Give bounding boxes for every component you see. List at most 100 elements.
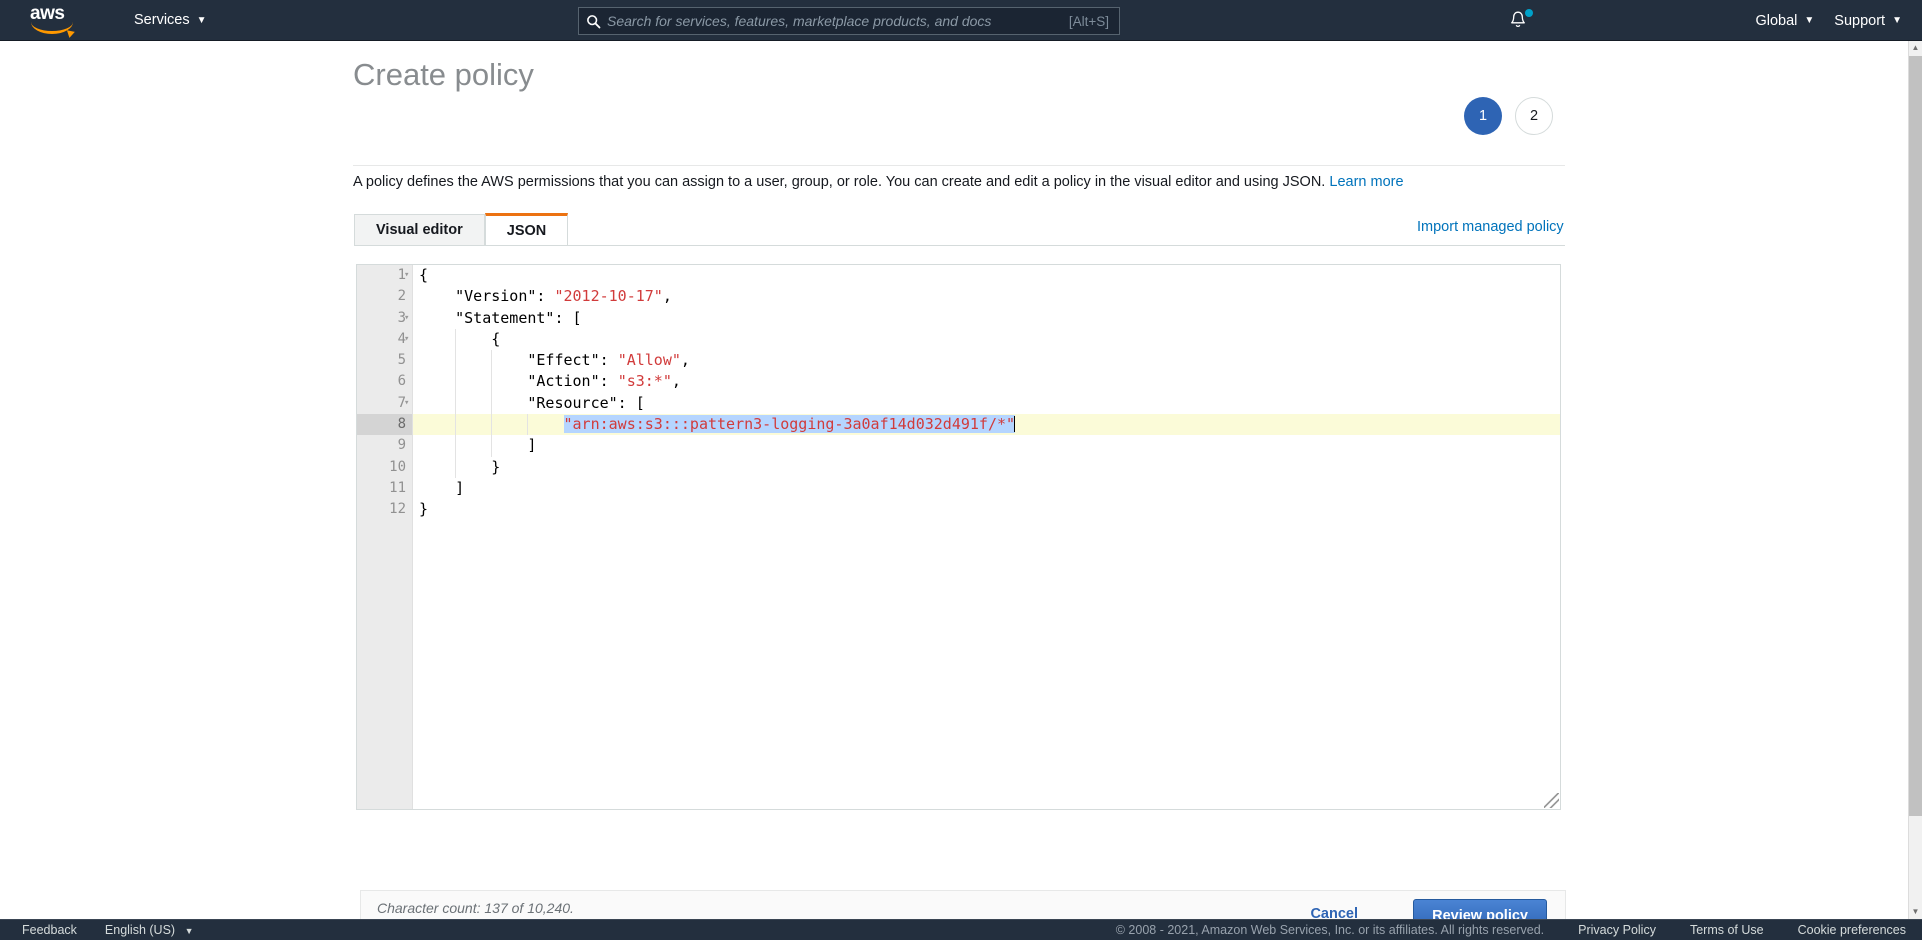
tab-underline [354,245,1565,246]
indent-guide [455,328,456,351]
services-menu[interactable]: Services ▼ [124,0,217,41]
editor-code-line[interactable]: "Resource": [ [413,392,1560,415]
editor-code-line[interactable]: "Action": "s3:*", [413,371,1560,393]
code-fold-toggle-icon[interactable]: ▾ [404,308,412,329]
cancel-button[interactable]: Cancel [1310,906,1358,919]
language-selector-label: English (US) [104,923,176,937]
indent-guide [455,350,456,372]
scrollbar-thumb[interactable] [1909,56,1922,816]
selected-text: "arn:aws:s3:::pattern3-logging-3a0af14d0… [563,415,1016,434]
aws-logo[interactable]: aws [30,4,76,35]
page-content: Create policy 1 2 A policy defines the A… [0,41,1908,919]
code-fold-toggle-icon[interactable]: ▾ [404,329,412,350]
header-divider [353,165,1565,166]
nav-right-group: Global ▼ Support ▼ [1745,0,1912,41]
tab-json-label: JSON [506,222,547,239]
chevron-down-icon: ▼ [184,926,194,936]
copyright-text: © 2008 - 2021, Amazon Web Services, Inc.… [1115,923,1545,937]
footer-right-group: © 2008 - 2021, Amazon Web Services, Inc.… [1116,923,1906,937]
page-title: Create policy [353,57,534,92]
code-token: "s3:*" [617,372,672,391]
code-token: { [419,266,429,284]
code-token: "Action": [419,372,618,391]
code-token: , [680,351,690,370]
region-selector[interactable]: Global ▼ [1745,0,1824,41]
terms-of-use-link[interactable]: Terms of Use [1690,923,1764,937]
indent-guide [455,456,456,478]
code-token: , [662,287,672,306]
indent-guide [527,414,528,436]
privacy-policy-link[interactable]: Privacy Policy [1578,923,1656,937]
language-selector[interactable]: English (US) ▼ [105,923,194,937]
services-menu-label: Services [134,12,190,28]
text-cursor [1014,416,1016,433]
editor-line-number: 4 ▾ [357,329,412,350]
editor-code-line[interactable]: "Effect": "Allow", [413,350,1560,372]
code-token: "Effect": [419,351,618,370]
search-input[interactable] [607,13,1069,29]
code-fold-toggle-icon[interactable]: ▾ [404,265,412,286]
editor-line-number: 10 [389,458,406,475]
learn-more-link[interactable]: Learn more [1329,174,1403,190]
editor-code-line[interactable]: { [413,265,1560,286]
editor-line-number: 1 ▾ [357,265,412,286]
tab-visual-editor-label: Visual editor [376,222,463,238]
page-scrollbar[interactable]: ▲ ▼ [1908,41,1922,919]
tab-json[interactable]: JSON [484,213,569,246]
character-count-text: Character count: 137 of 10,240. [377,900,574,916]
indent-guide [455,371,456,393]
code-token: "2012-10-17" [554,287,663,306]
indent-guide [491,392,492,415]
tab-visual-editor[interactable]: Visual editor [354,214,485,246]
footer-left-group: Feedback English (US) ▼ [22,923,193,937]
search-shortcut-hint: [Alt+S] [1068,13,1109,29]
notifications-button[interactable] [1508,9,1534,33]
editor-line-number: 12 [389,501,406,518]
code-token: , [671,372,681,391]
import-managed-policy-link[interactable]: Import managed policy [1417,219,1564,235]
chevron-down-icon: ▼ [1804,15,1815,26]
global-search-box[interactable]: [Alt+S] [578,7,1120,35]
editor-code-line[interactable]: "Version": "2012-10-17", [413,286,1560,307]
search-icon [579,8,607,34]
editor-code-line[interactable]: } [413,499,1560,520]
editor-code-line[interactable]: { [413,328,1560,351]
editor-line-number: 5 [397,352,406,369]
indent-guide [455,392,456,415]
scrollbar-up-arrow[interactable]: ▲ [1909,41,1922,55]
notification-badge-dot [1525,9,1533,17]
editor-tabs: Visual editor JSON [354,213,569,246]
editor-code-area[interactable]: { "Version": "2012-10-17", "Statement": … [413,265,1560,809]
step-indicator-2[interactable]: 2 [1515,97,1553,135]
code-token: "Version": [419,287,555,306]
support-menu[interactable]: Support ▼ [1824,0,1912,41]
step-indicator-1[interactable]: 1 [1464,97,1502,135]
editor-code-line[interactable]: } [413,456,1560,478]
editor-code-line[interactable]: ] [413,478,1560,499]
code-token: ] [419,436,537,455]
editor-line-number: 8 [357,414,412,436]
code-token: } [419,500,429,519]
code-fold-toggle-icon[interactable]: ▾ [404,393,412,414]
indent-guide [491,414,492,436]
code-token: "Statement": [ [419,308,582,327]
editor-code-line[interactable]: "Statement": [ [413,308,1560,329]
indent-guide [491,350,492,372]
json-policy-editor[interactable]: 1 ▾ 2 3 ▾ 4 ▾ 5 6 7 ▾ 8 9 10 11 12 { "Version": "2012-1… [356,264,1561,810]
editor-code-line[interactable]: ] [413,435,1560,457]
support-menu-label: Support [1834,12,1886,29]
editor-code-line[interactable]: "arn:aws:s3:::pattern3-logging-3a0af14d0… [413,414,1560,436]
feedback-link[interactable]: Feedback [22,923,77,937]
editor-line-number: 3 ▾ [357,308,412,329]
code-token: "Allow" [617,351,681,370]
review-policy-button[interactable]: Review policy [1413,899,1547,919]
indent-guide [491,435,492,457]
indent-guide [455,435,456,457]
chevron-down-icon: ▼ [1892,15,1902,26]
scrollbar-down-arrow[interactable]: ▼ [1909,905,1922,919]
cookie-preferences-link[interactable]: Cookie preferences [1798,923,1906,937]
code-token: "Resource": [ [419,393,645,412]
editor-line-number: 9 [397,437,406,454]
region-selector-label: Global [1755,12,1798,29]
editor-resize-handle[interactable] [1544,793,1559,808]
